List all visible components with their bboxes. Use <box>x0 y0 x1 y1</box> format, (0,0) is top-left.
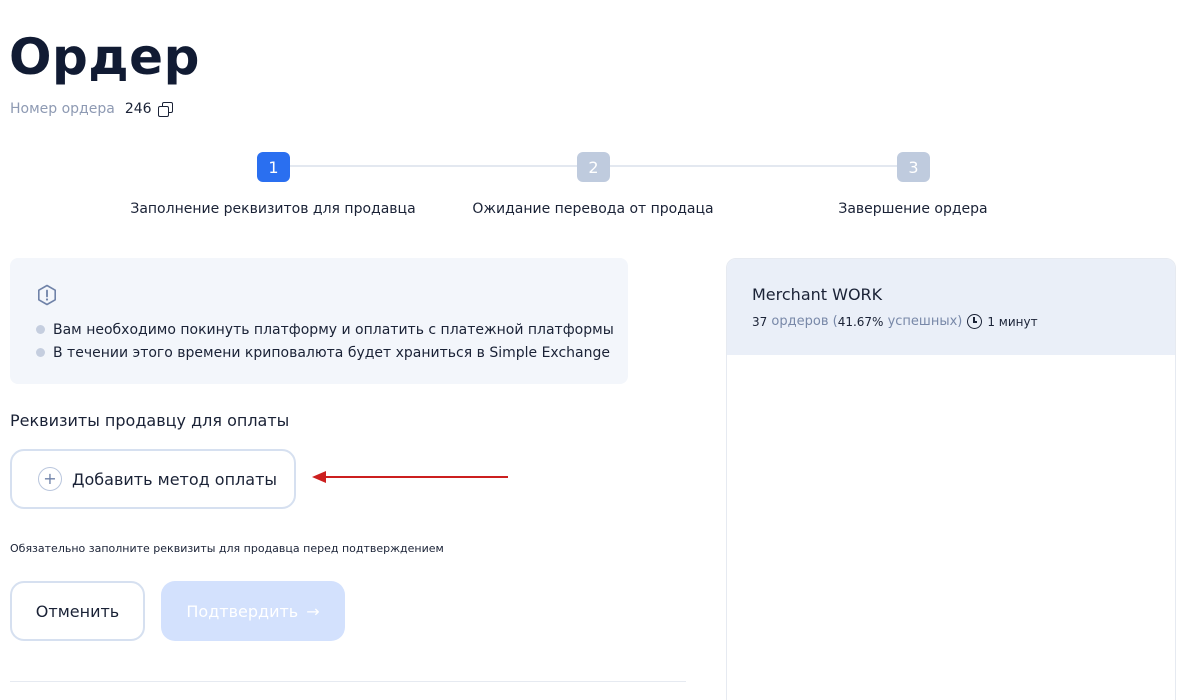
merchant-name: Merchant WORK <box>752 285 883 304</box>
warning-shield-icon <box>38 284 56 306</box>
page-title: Ордер <box>9 28 200 86</box>
confirm-button-label: Подтвердить <box>186 601 299 621</box>
step-connector <box>290 165 577 167</box>
notice-item-text: Вам необходимо покинуть платформу и опла… <box>53 321 614 338</box>
step-2-indicator: 2 <box>577 152 610 182</box>
notice-item: В течении этого времени криповалюта буде… <box>36 341 614 364</box>
clock-icon <box>967 314 983 329</box>
copy-icon[interactable] <box>157 102 173 117</box>
cancel-button[interactable]: Отменить <box>10 581 145 641</box>
payment-section-title: Реквизиты продавцу для оплаты <box>10 411 290 430</box>
notice-item-text: В течении этого времени криповалюта буде… <box>53 344 610 361</box>
add-payment-method-button[interactable]: + Добавить метод оплаты <box>10 449 296 509</box>
order-number-value: 246 <box>124 101 152 117</box>
order-number-row: Номер ордера 246 <box>10 101 173 117</box>
order-number-label: Номер ордера <box>10 101 115 117</box>
merchant-success-word: успешных) <box>887 314 963 329</box>
step-2-label: Ожидание перевода от продаца <box>472 201 714 217</box>
confirm-button[interactable]: Подтвердить → <box>161 581 345 641</box>
arrow-right-icon: → <box>306 601 320 621</box>
annotation-arrow-icon <box>312 471 508 483</box>
add-payment-method-label: Добавить метод оплаты <box>72 469 278 489</box>
step-3-label: Завершение ордера <box>838 201 988 217</box>
notice-list: Вам необходимо покинуть платформу и опла… <box>36 318 614 364</box>
bullet-icon <box>36 325 45 334</box>
notice-item: Вам необходимо покинуть платформу и опла… <box>36 318 614 341</box>
merchant-time: 1 минут <box>987 314 1038 329</box>
step-1-indicator: 1 <box>257 152 290 182</box>
merchant-orders-word: ордеров ( <box>771 314 838 329</box>
merchant-header: Merchant WORK 37 ордеров (41.67% успешны… <box>727 259 1175 355</box>
merchant-orders-count: 37 <box>752 314 768 329</box>
plus-icon: + <box>38 467 62 491</box>
step-3-indicator: 3 <box>897 152 930 182</box>
cancel-button-label: Отменить <box>35 601 120 621</box>
notice-box: Вам необходимо покинуть платформу и опла… <box>10 258 628 384</box>
payment-hint: Обязательно заполните реквизиты для прод… <box>10 542 444 555</box>
divider <box>10 681 686 682</box>
merchant-success-rate: 41.67% <box>837 314 884 329</box>
step-1-label: Заполнение реквизитов для продавца <box>130 201 416 217</box>
step-connector <box>610 165 897 167</box>
bullet-icon <box>36 348 45 357</box>
merchant-stats: 37 ордеров (41.67% успешных) 1 минут <box>752 314 1150 329</box>
merchant-panel: Merchant WORK 37 ордеров (41.67% успешны… <box>726 258 1176 700</box>
